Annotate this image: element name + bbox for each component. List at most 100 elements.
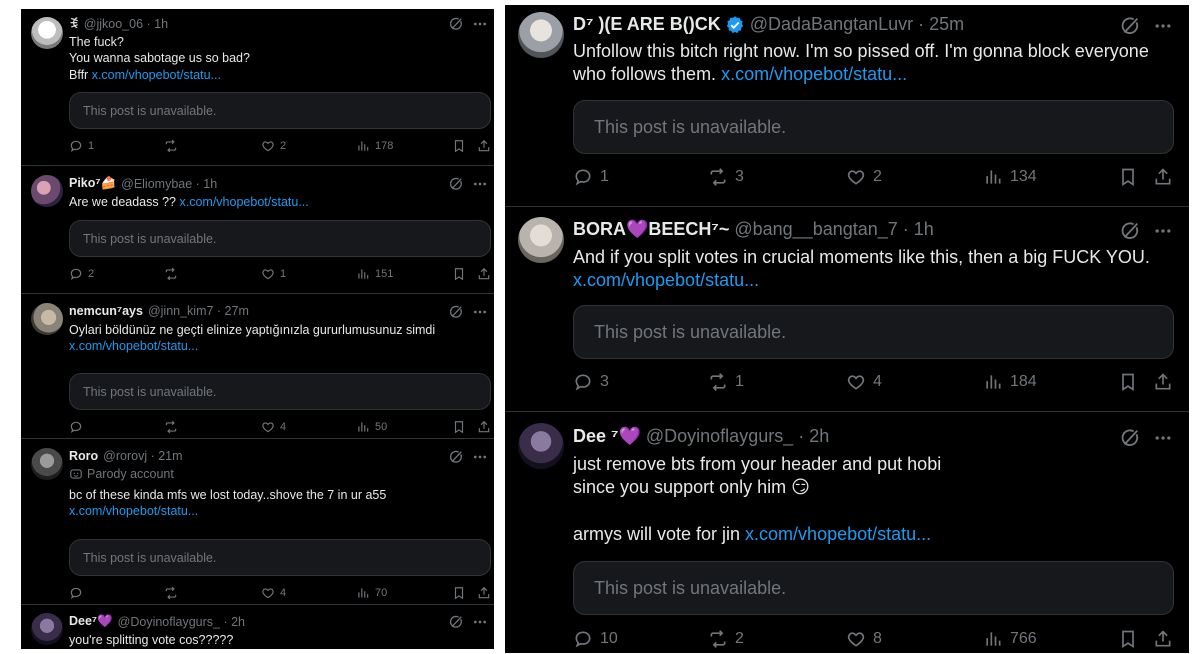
views-button[interactable]: 151 [356, 267, 393, 281]
share-button[interactable] [1153, 167, 1173, 187]
repost-button[interactable]: 1 [708, 372, 744, 392]
handle-and-time[interactable]: @jjkoo_06 · 1h [84, 17, 168, 31]
post-card[interactable]: Dee⁷💜 @Doyinoflaygurs_ · 2h you're split… [21, 604, 494, 649]
display-name[interactable]: Dee⁷💜 [69, 614, 113, 629]
bookmark-button[interactable] [452, 139, 466, 153]
post-card[interactable]: BORA💜BEECH⁷~ @bang__bangtan_7 · 1h And i… [505, 206, 1189, 412]
display-name[interactable]: ꉂ [69, 16, 79, 32]
grok-icon[interactable] [448, 304, 464, 320]
display-name[interactable]: Roro [69, 449, 98, 463]
repost-button[interactable] [164, 139, 183, 153]
unavailable-quote[interactable]: This post is unavailable. [573, 100, 1174, 154]
bookmark-button[interactable] [1118, 629, 1138, 649]
display-name[interactable]: Dee ⁷💜 [573, 426, 641, 447]
like-button[interactable]: 1 [261, 267, 286, 281]
display-name[interactable]: nemcun⁷ays [69, 304, 143, 318]
post-link[interactable]: x.com/vhopebot/statu... [180, 195, 309, 209]
views-button[interactable]: 134 [983, 167, 1037, 187]
display-name[interactable]: Piko⁷🍰 [69, 176, 116, 191]
bookmark-button[interactable] [452, 420, 466, 434]
post-link[interactable]: x.com/vhopebot/statu... [69, 504, 198, 518]
share-button[interactable] [1153, 629, 1173, 649]
handle-and-time[interactable]: @Doyinoflaygurs_ · 2h [118, 615, 245, 629]
like-button[interactable]: 4 [846, 372, 882, 392]
repost-button[interactable] [164, 267, 183, 281]
reply-button[interactable] [69, 586, 88, 600]
post-link[interactable]: x.com/vhopebot/statu... [721, 64, 907, 84]
unavailable-quote[interactable]: This post is unavailable. [69, 220, 491, 257]
like-button[interactable]: 8 [846, 629, 882, 649]
reply-button[interactable]: 2 [69, 267, 94, 281]
grok-icon[interactable] [1119, 220, 1141, 242]
share-button[interactable] [477, 267, 491, 281]
like-button[interactable]: 2 [846, 167, 882, 187]
post-link[interactable]: x.com/vhopebot/statu... [92, 68, 221, 82]
views-button[interactable]: 184 [983, 372, 1037, 392]
grok-icon[interactable] [1119, 15, 1141, 37]
views-button[interactable]: 70 [356, 586, 387, 600]
views-button[interactable]: 178 [356, 139, 393, 153]
unavailable-quote[interactable]: This post is unavailable. [573, 305, 1174, 359]
handle-and-time[interactable]: @bang__bangtan_7 · 1h [734, 219, 933, 240]
reply-button[interactable] [69, 420, 88, 434]
unavailable-quote[interactable]: This post is unavailable. [69, 92, 491, 129]
post-card[interactable]: D⁷ )(E ARE B()CK @DadaBangtanLuvr · 25m … [505, 5, 1189, 207]
more-icon[interactable] [1153, 16, 1173, 36]
like-button[interactable]: 4 [261, 586, 286, 600]
share-button[interactable] [477, 139, 491, 153]
post-link[interactable]: x.com/vhopebot/statu... [745, 524, 931, 544]
repost-button[interactable] [164, 420, 183, 434]
like-button[interactable]: 4 [261, 420, 286, 434]
more-icon[interactable] [472, 176, 488, 192]
more-icon[interactable] [472, 304, 488, 320]
bookmark-button[interactable] [452, 267, 466, 281]
post-link[interactable]: x.com/vhopebot/statu... [573, 270, 759, 290]
avatar[interactable] [31, 448, 63, 480]
post-card[interactable]: nemcun⁷ays @jinn_kim7 · 27m Oylari böldü… [21, 293, 494, 439]
avatar[interactable] [518, 12, 564, 58]
post-card[interactable]: ꉂ @jjkoo_06 · 1h The fuck? You wanna sab… [21, 9, 494, 166]
share-button[interactable] [477, 586, 491, 600]
reply-button[interactable]: 1 [69, 139, 94, 153]
more-icon[interactable] [1153, 221, 1173, 241]
post-card[interactable]: Piko⁷🍰 @Eliomybae · 1h Are we deadass ??… [21, 165, 494, 294]
display-name[interactable]: BORA💜BEECH⁷~ [573, 219, 729, 240]
grok-icon[interactable] [448, 449, 464, 465]
views-button[interactable]: 766 [983, 629, 1037, 649]
bookmark-button[interactable] [452, 586, 466, 600]
post-card[interactable]: Roro @rorovj · 21m Parody account bc of … [21, 438, 494, 605]
display-name[interactable]: D⁷ )(E ARE B()CK [573, 14, 721, 35]
grok-icon[interactable] [448, 16, 464, 32]
share-button[interactable] [1153, 372, 1173, 392]
grok-icon[interactable] [1119, 427, 1141, 449]
avatar[interactable] [31, 175, 63, 207]
unavailable-quote[interactable]: This post is unavailable. [573, 561, 1174, 615]
unavailable-quote[interactable]: This post is unavailable. [69, 539, 491, 576]
avatar[interactable] [518, 217, 564, 263]
reply-button[interactable]: 3 [573, 372, 609, 392]
post-link[interactable]: x.com/vhopebot/statu... [69, 339, 198, 353]
handle-and-time[interactable]: @rorovj · 21m [103, 449, 182, 463]
handle-and-time[interactable]: @jinn_kim7 · 27m [148, 304, 249, 318]
more-icon[interactable] [472, 449, 488, 465]
like-button[interactable]: 2 [261, 139, 286, 153]
grok-icon[interactable] [448, 614, 464, 630]
bookmark-button[interactable] [1118, 167, 1138, 187]
more-icon[interactable] [1153, 428, 1173, 448]
repost-button[interactable]: 3 [708, 167, 744, 187]
handle-and-time[interactable]: @Doyinoflaygurs_ · 2h [646, 426, 829, 447]
views-button[interactable]: 50 [356, 420, 387, 434]
reply-button[interactable]: 10 [573, 629, 618, 649]
more-icon[interactable] [472, 614, 488, 630]
post-card[interactable]: Dee ⁷💜 @Doyinoflaygurs_ · 2h just remove… [505, 411, 1189, 653]
share-button[interactable] [477, 420, 491, 434]
grok-icon[interactable] [448, 176, 464, 192]
repost-button[interactable] [164, 586, 183, 600]
repost-button[interactable]: 2 [708, 629, 744, 649]
avatar[interactable] [31, 17, 63, 49]
bookmark-button[interactable] [1118, 372, 1138, 392]
reply-button[interactable]: 1 [573, 167, 609, 187]
more-icon[interactable] [472, 16, 488, 32]
handle-and-time[interactable]: @DadaBangtanLuvr · 25m [750, 14, 964, 35]
avatar[interactable] [31, 303, 63, 335]
